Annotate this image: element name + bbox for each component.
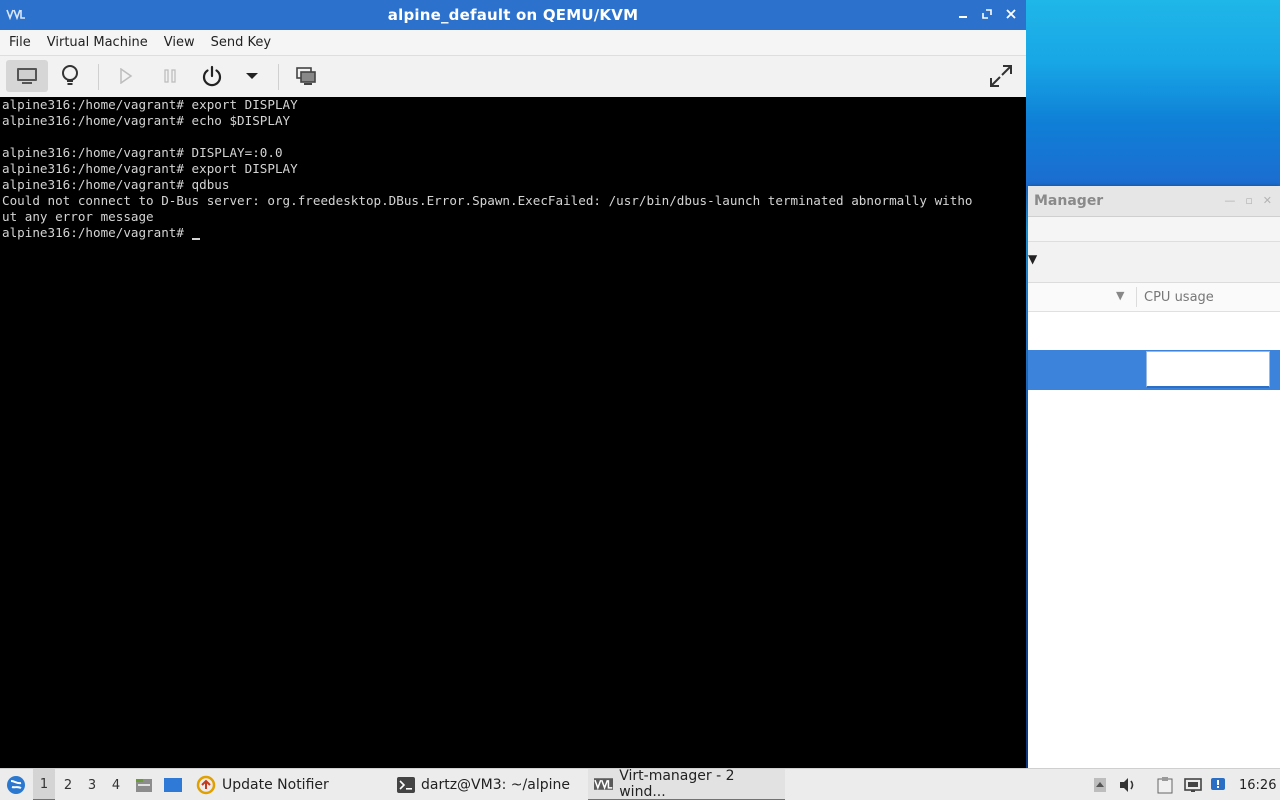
menu-file[interactable]: File	[3, 35, 37, 50]
console-monitor-icon	[17, 68, 37, 84]
cpu-usage-graph	[1146, 351, 1270, 388]
close-button[interactable]	[1004, 7, 1018, 21]
sort-arrow-icon[interactable]: ▼	[1116, 289, 1124, 302]
menubar: File Virtual Machine View Send Key	[0, 30, 1026, 56]
notification-icon	[1211, 778, 1225, 790]
console-prompt-line: alpine316:/home/vagrant#	[0, 225, 1026, 241]
menu-send-key[interactable]: Send Key	[205, 35, 277, 50]
vm-console-window[interactable]: alpine_default on QEMU/KVM File Virtual …	[0, 0, 1026, 768]
file-manager-launcher[interactable]	[133, 769, 155, 800]
dropdown-caret-icon[interactable]: ▼	[1028, 252, 1037, 266]
notification-button[interactable]	[1208, 769, 1228, 800]
text-cursor	[191, 238, 200, 240]
virt-manager-toolbar: ▼	[1028, 242, 1280, 283]
window-title: alpine_default on QEMU/KVM	[387, 6, 639, 24]
virt-manager-titlebar[interactable]: Manager — ▫ ✕	[1028, 186, 1280, 217]
taskbar-task-label: Update Notifier	[222, 777, 329, 793]
desktop-switch-1[interactable]: 1	[33, 769, 55, 800]
desktop-switch-2[interactable]: 2	[57, 769, 79, 800]
cpu-usage-column-header[interactable]: CPU usage	[1144, 290, 1214, 305]
snapshots-button[interactable]	[292, 60, 320, 92]
taskbar-task-terminal[interactable]: dartz@VM3: ~/alpine	[391, 769, 576, 800]
clock[interactable]: 16:26	[1239, 769, 1276, 800]
desktop-switch-3[interactable]: 3	[81, 769, 103, 800]
show-desktop-icon	[164, 778, 182, 792]
vm-console-display[interactable]: alpine316:/home/vagrant# export DISPLAY …	[0, 97, 1026, 768]
fullscreen-icon	[990, 65, 1012, 87]
lightbulb-icon	[62, 65, 78, 85]
vm-list-row[interactable]	[1028, 312, 1280, 350]
update-notifier-icon	[196, 775, 216, 795]
menu-view[interactable]: View	[158, 35, 201, 50]
pause-icon	[164, 69, 176, 83]
power-icon	[202, 65, 222, 87]
virt-manager-menubar	[1028, 217, 1280, 242]
console-prompt: alpine316:/home/vagrant#	[2, 225, 192, 240]
show-console-button[interactable]	[6, 60, 48, 92]
maximize-button[interactable]	[980, 7, 994, 21]
menu-virtual-machine[interactable]: Virtual Machine	[41, 35, 154, 50]
desktop-switch-4[interactable]: 4	[105, 769, 127, 800]
toolbar-separator	[278, 64, 279, 90]
run-button[interactable]	[114, 60, 138, 92]
minimize-icon[interactable]: —	[1224, 194, 1235, 207]
console-output: alpine316:/home/vagrant# export DISPLAY …	[2, 97, 973, 224]
lxqt-start-icon	[7, 776, 25, 794]
restore-icon	[982, 9, 992, 19]
maximize-icon[interactable]: ▫	[1245, 194, 1252, 207]
taskbar: 1 2 3 4 Update Notifier dartz@VM3: ~/alp…	[0, 768, 1280, 800]
minimize-button[interactable]	[956, 7, 970, 21]
toolbar-separator	[98, 64, 99, 90]
network-icon	[1184, 778, 1202, 792]
chevron-down-icon	[246, 73, 258, 79]
shutdown-button[interactable]	[198, 60, 226, 92]
toolbar	[0, 56, 1026, 98]
snapshots-icon	[296, 67, 316, 85]
taskbar-task-update-notifier[interactable]: Update Notifier	[190, 769, 335, 800]
taskbar-task-virt-manager[interactable]: Virt-manager - 2 wind...	[588, 768, 785, 800]
minimize-icon	[959, 16, 967, 18]
play-icon	[120, 68, 133, 84]
show-details-button[interactable]	[56, 60, 84, 92]
virt-manager-window[interactable]: Manager — ▫ ✕ ▼ ▼ CPU usage	[1028, 186, 1280, 768]
close-icon	[1006, 9, 1016, 19]
vm-list-header: ▼ CPU usage	[1028, 283, 1280, 312]
close-icon[interactable]: ✕	[1263, 194, 1272, 207]
clipboard-icon	[1157, 777, 1173, 794]
taskbar-task-label: Virt-manager - 2 wind...	[619, 768, 735, 800]
virt-manager-title: Manager	[1034, 193, 1104, 209]
pause-button[interactable]	[158, 60, 182, 92]
show-desktop-button[interactable]	[161, 769, 185, 800]
volume-icon	[1120, 778, 1134, 792]
file-manager-icon	[136, 779, 152, 792]
tray-arrow-up-icon	[1094, 778, 1106, 792]
tray-expand-button[interactable]	[1090, 769, 1110, 800]
terminal-icon	[397, 777, 415, 793]
clipboard-button[interactable]	[1155, 769, 1175, 800]
column-divider	[1136, 287, 1137, 307]
virt-manager-icon	[594, 778, 614, 790]
volume-button[interactable]	[1118, 769, 1138, 800]
fullscreen-button[interactable]	[984, 60, 1018, 92]
taskbar-task-label: dartz@VM3: ~/alpine	[421, 777, 570, 793]
window-titlebar[interactable]: alpine_default on QEMU/KVM	[0, 0, 1026, 30]
vm-list-row-selected[interactable]	[1028, 350, 1280, 390]
shutdown-menu-button[interactable]	[242, 60, 262, 92]
start-menu-button[interactable]	[4, 769, 28, 800]
network-button[interactable]	[1182, 769, 1204, 800]
